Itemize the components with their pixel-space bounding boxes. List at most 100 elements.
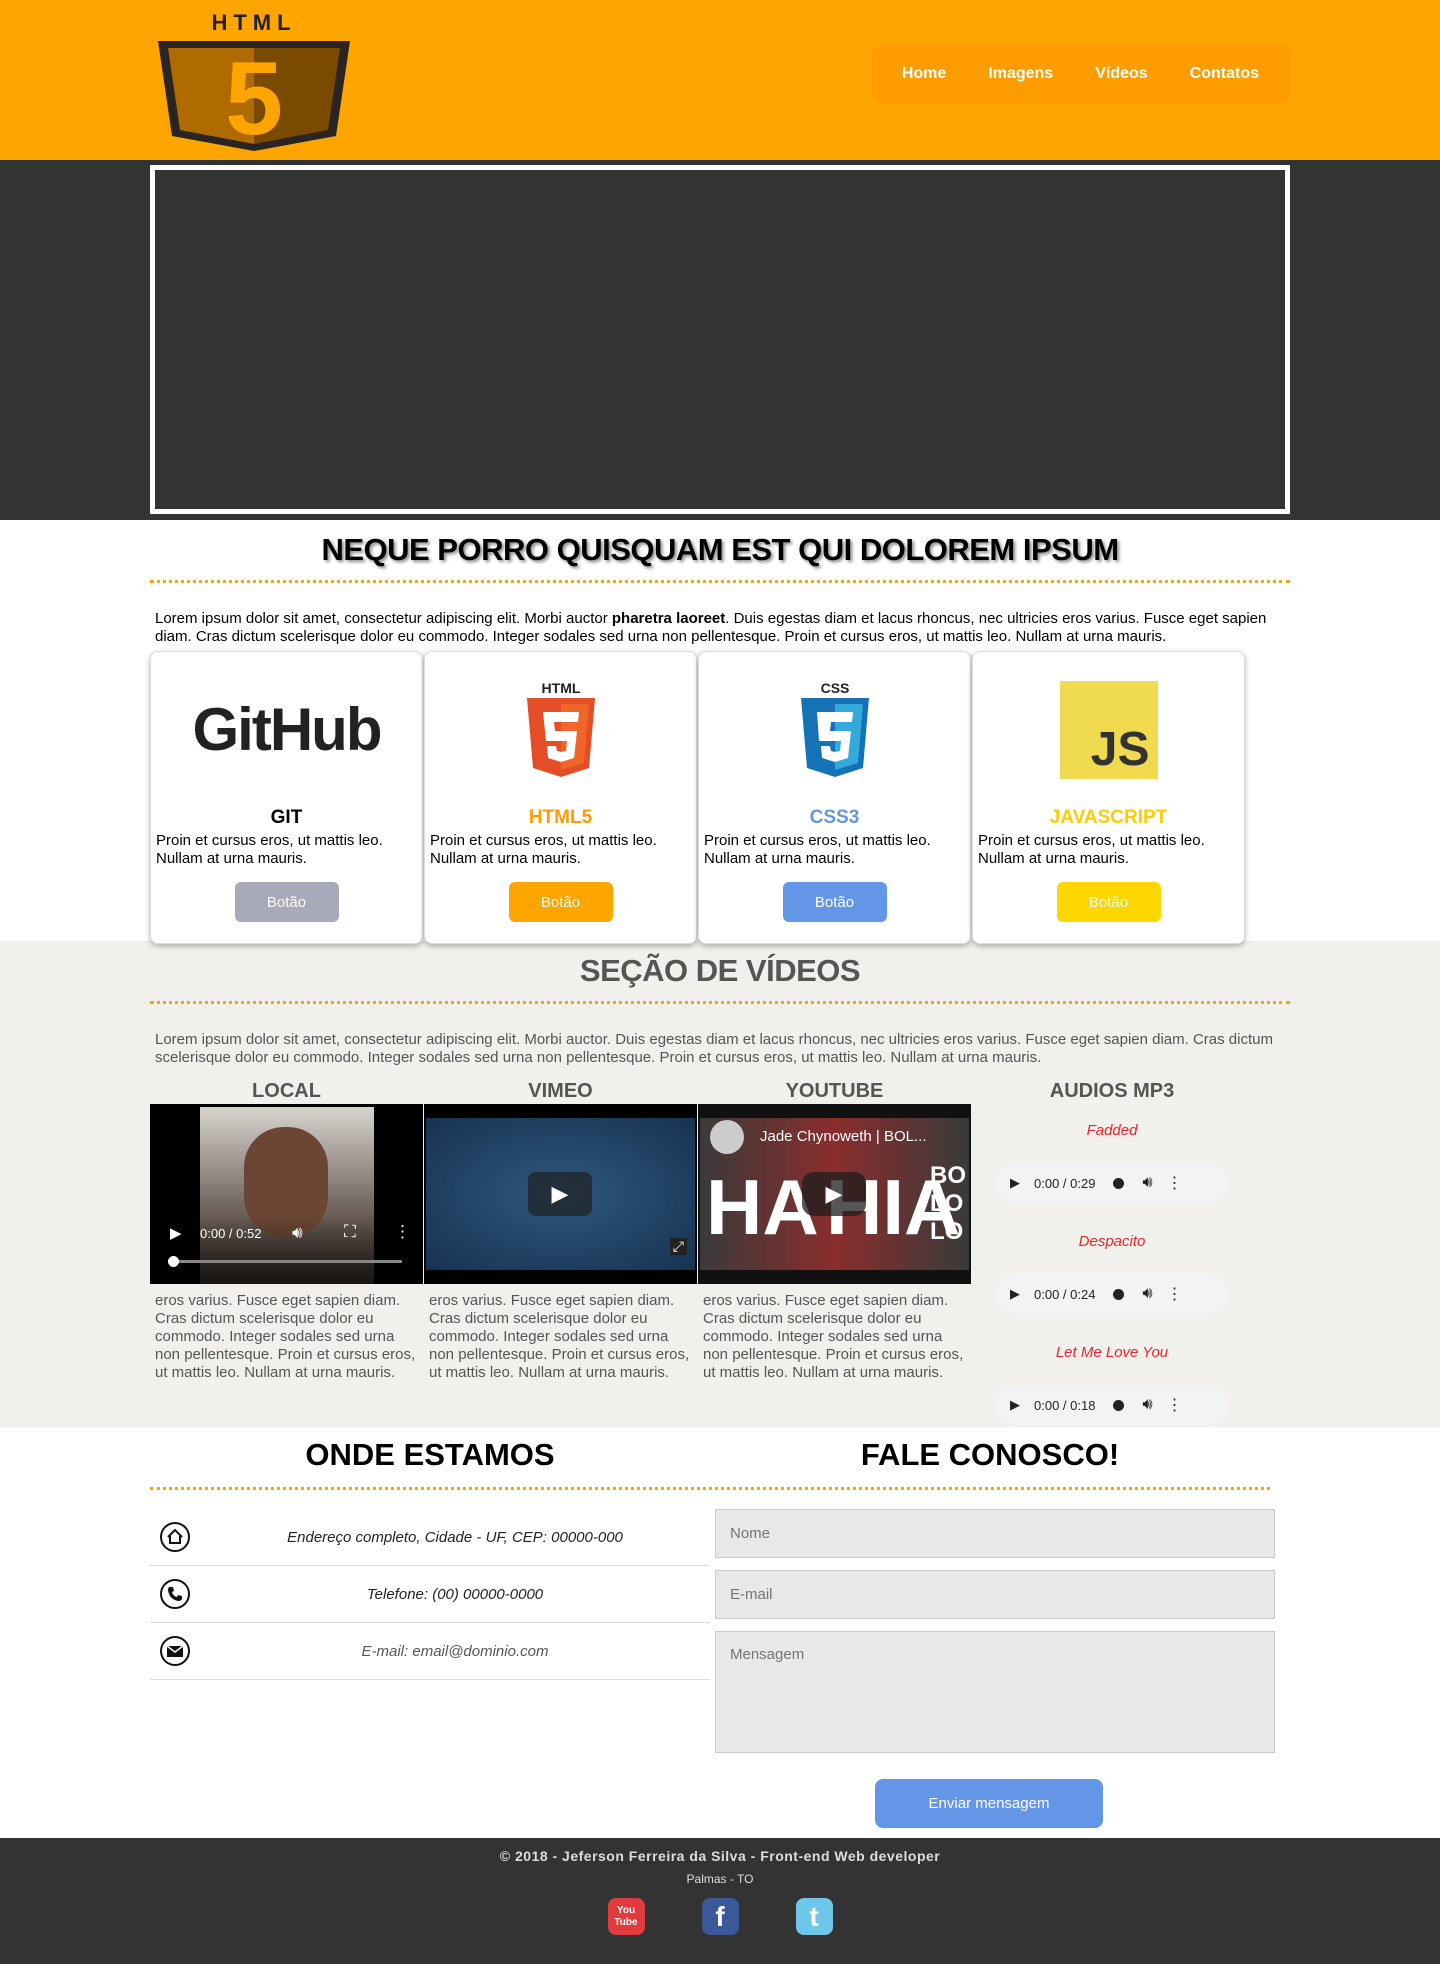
play-icon[interactable]: ▶ <box>1010 1175 1020 1191</box>
phone-icon <box>150 1578 200 1610</box>
js-letters: JS <box>1090 722 1150 776</box>
card-git: GitHub GIT Proin et cursus eros, ut matt… <box>150 651 423 944</box>
card-css3: CSS CSS3 Proin et cursus eros, ut mattis… <box>698 651 971 944</box>
audio-time: 0:00 / 0:29 <box>1034 1175 1096 1191</box>
audio-time: 0:00 / 0:24 <box>1034 1286 1096 1302</box>
volume-icon[interactable]: 🔊︎ <box>1142 1174 1152 1192</box>
local-video-player[interactable]: ▶ 0:00 / 0:52 🔊︎ ⛶ ⋮ <box>150 1104 423 1284</box>
svg-text:CSS: CSS <box>820 680 849 696</box>
address-text: Endereço completo, Cidade - UF, CEP: 000… <box>287 1528 623 1546</box>
video-progress-bar[interactable] <box>170 1260 402 1263</box>
send-message-button[interactable]: Enviar mensagem <box>875 1779 1103 1828</box>
track-name: Let Me Love You <box>1055 1344 1169 1361</box>
play-icon[interactable]: ▶ <box>1010 1286 1020 1302</box>
card-button[interactable]: Botão <box>1056 882 1161 922</box>
overlay-vertical-1: BO <box>930 1162 966 1189</box>
videos-section: SEÇÃO DE VÍDEOS Lorem ipsum dolor sit am… <box>0 941 1440 1427</box>
github-wordmark: GitHub <box>192 696 383 763</box>
javascript-icon: JS <box>973 652 1244 807</box>
volume-icon[interactable]: 🔊︎ <box>292 1223 303 1243</box>
audio-player[interactable]: ▶ 0:00 / 0:18 🔊︎ ⋮ <box>996 1385 1228 1425</box>
video-vimeo: VIMEO ▶ ⤢ eros varius. Fusce eget sapien… <box>424 1080 697 1425</box>
social-links: You Tube f t <box>0 1898 1440 1935</box>
github-logo: GitHub <box>151 652 422 807</box>
videos-text: Lorem ipsum dolor sit amet, consectetur … <box>155 1031 1273 1066</box>
nav-contatos[interactable]: Contatos <box>1169 45 1280 103</box>
name-field[interactable] <box>715 1509 1275 1558</box>
progress-handle[interactable] <box>1113 1177 1125 1189</box>
contact-info: Endereço completo, Cidade - UF, CEP: 000… <box>150 1509 710 1680</box>
logo-numeral: 5 <box>225 41 283 153</box>
card-title: JAVASCRIPT <box>1049 807 1168 828</box>
site-footer: © 2018 - Jeferson Ferreira da Silva - Fr… <box>0 1838 1440 1964</box>
overlay-vertical-3: LO <box>930 1218 964 1245</box>
intro-text: Lorem ipsum dolor sit amet, consectetur … <box>150 583 1290 646</box>
twitter-icon[interactable]: t <box>795 1898 833 1935</box>
play-icon[interactable]: ▶ <box>1010 1397 1020 1413</box>
video-title: LOCAL <box>252 1080 321 1102</box>
nav-home[interactable]: Home <box>881 45 967 103</box>
address-row: Endereço completo, Cidade - UF, CEP: 000… <box>150 1509 710 1566</box>
audio-time: 0:00 / 0:18 <box>1034 1397 1096 1413</box>
phone-row: Telefone: (00) 00000-0000 <box>150 1566 710 1623</box>
divider <box>150 1487 1270 1490</box>
nav-imagens[interactable]: Imagens <box>967 45 1074 103</box>
email-field[interactable] <box>715 1570 1275 1619</box>
progress-handle[interactable] <box>1113 1288 1125 1300</box>
nav-videos[interactable]: Vídeos <box>1074 45 1168 103</box>
audio-player[interactable]: ▶ 0:00 / 0:24 🔊︎ ⋮ <box>996 1274 1228 1314</box>
youtube-icon[interactable]: You Tube <box>607 1898 645 1935</box>
play-button[interactable]: ▶ <box>528 1172 592 1216</box>
vimeo-player[interactable]: ▶ ⤢ <box>424 1104 697 1284</box>
fullscreen-icon[interactable]: ⤢ <box>669 1238 687 1255</box>
audio-title: AUDIOS MP3 <box>1049 1080 1175 1102</box>
overlay-vertical-2: LO <box>930 1190 964 1217</box>
progress-handle[interactable] <box>1113 1399 1125 1411</box>
video-text: eros varius. Fusce eget sapien diam. Cra… <box>429 1292 690 1381</box>
track-name: Despacito <box>1078 1233 1146 1250</box>
card-button[interactable]: Botão <box>234 882 339 922</box>
html5-icon: HTML <box>425 652 696 807</box>
intro-title: NEQUE PORRO QUISQUAM EST QUI DOLOREM IPS… <box>321 532 1119 567</box>
where-title: ONDE ESTAMOS <box>305 1437 555 1472</box>
email-text[interactable]: E-mail: email@dominio.com <box>200 1643 710 1660</box>
facebook-icon[interactable]: f <box>701 1898 739 1935</box>
hero-banner <box>0 160 1440 520</box>
card-button[interactable]: Botão <box>508 882 613 922</box>
videos-title: SEÇÃO DE VÍDEOS <box>579 953 861 988</box>
intro-text-bold: pharetra laoreet <box>611 610 726 627</box>
copyright: © 2018 - Jeferson Ferreira da Silva - Fr… <box>499 1848 941 1864</box>
card-title: CSS3 <box>809 807 860 828</box>
video-title: VIMEO <box>528 1080 593 1102</box>
logo-text: HTML <box>211 10 296 35</box>
video-text: eros varius. Fusce eget sapien diam. Cra… <box>155 1292 416 1381</box>
more-icon[interactable]: ⋮ <box>394 1222 411 1242</box>
progress-handle[interactable] <box>168 1256 179 1267</box>
youtube-player[interactable]: Jade Chynoweth | BOL... HA HIA BO LO LO … <box>698 1104 971 1284</box>
play-icon[interactable]: ▶ <box>170 1224 182 1242</box>
video-youtube: YOUTUBE Jade Chynoweth | BOL... HA HIA B… <box>698 1080 971 1425</box>
contact-section: ONDE ESTAMOS FALE CONOSCO! Endereço comp… <box>0 1427 1440 1838</box>
play-button[interactable]: ▶ <box>802 1172 866 1216</box>
fullscreen-icon[interactable]: ⛶ <box>344 1222 356 1242</box>
more-icon[interactable]: ⋮ <box>1167 1173 1183 1193</box>
video-title: YOUTUBE <box>785 1080 884 1102</box>
more-icon[interactable]: ⋮ <box>1167 1395 1183 1415</box>
channel-avatar <box>710 1120 744 1154</box>
talk-title: FALE CONOSCO! <box>860 1437 1120 1472</box>
message-field[interactable] <box>715 1631 1275 1753</box>
overlay-text-vertical: BO LO LO <box>930 1162 966 1246</box>
tech-cards: GitHub GIT Proin et cursus eros, ut matt… <box>150 651 1290 944</box>
volume-icon[interactable]: 🔊︎ <box>1142 1396 1152 1414</box>
track-name: Fadded <box>1086 1122 1138 1139</box>
card-text: Proin et cursus eros, ut mattis leo. Nul… <box>430 832 657 867</box>
phone-text: Telefone: (00) 00000-0000 <box>366 1585 544 1603</box>
more-icon[interactable]: ⋮ <box>1167 1284 1183 1304</box>
html5-logo[interactable]: HTML 5 <box>154 8 354 158</box>
video-text: eros varius. Fusce eget sapien diam. Cra… <box>703 1292 964 1381</box>
youtube-video-title[interactable]: Jade Chynoweth | BOL... <box>760 1128 927 1145</box>
card-text: Proin et cursus eros, ut mattis leo. Nul… <box>704 832 931 867</box>
audio-player[interactable]: ▶ 0:00 / 0:29 🔊︎ ⋮ <box>996 1163 1228 1203</box>
card-button[interactable]: Botão <box>782 882 887 922</box>
volume-icon[interactable]: 🔊︎ <box>1142 1285 1152 1303</box>
